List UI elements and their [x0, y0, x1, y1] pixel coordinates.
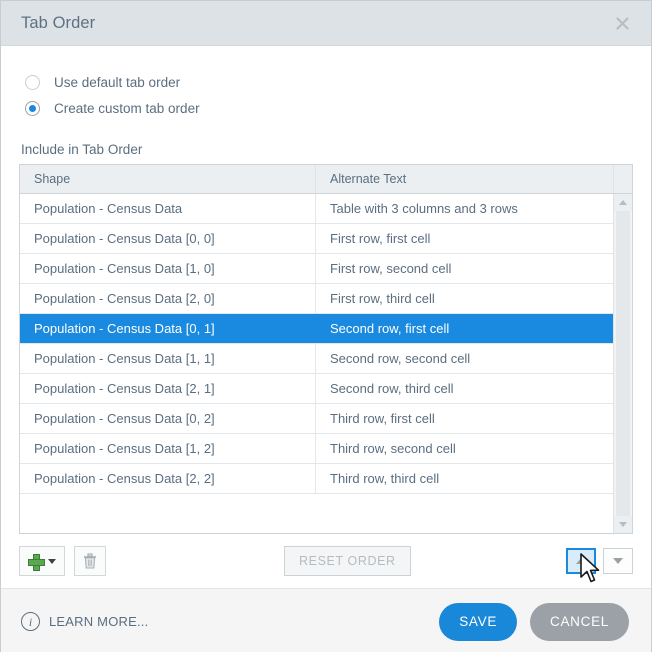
cell-alternate-text: Second row, third cell [316, 374, 613, 403]
include-in-tab-order-label: Include in Tab Order [21, 142, 633, 157]
dialog-footer: i LEARN MORE... SAVE CANCEL [1, 588, 651, 652]
radio-create-custom-tab-order[interactable]: Create custom tab order [19, 95, 633, 121]
table-row[interactable]: Population - Census DataTable with 3 col… [20, 194, 613, 224]
tab-order-table: Shape Alternate Text Population - Census… [19, 164, 633, 534]
table-row[interactable]: Population - Census Data [2, 1]Second ro… [20, 374, 613, 404]
save-button[interactable]: SAVE [439, 603, 517, 641]
cell-alternate-text: Third row, third cell [316, 464, 613, 493]
cell-alternate-text: Table with 3 columns and 3 rows [316, 194, 613, 223]
move-buttons [566, 548, 633, 574]
scroll-up-icon[interactable] [614, 194, 632, 211]
chevron-down-icon[interactable] [48, 559, 56, 564]
table-row[interactable]: Population - Census Data [1, 1]Second ro… [20, 344, 613, 374]
reset-order-button[interactable]: RESET ORDER [284, 546, 411, 576]
cell-alternate-text: Second row, second cell [316, 344, 613, 373]
radio-label-default: Use default tab order [54, 75, 180, 90]
learn-more-label: LEARN MORE... [49, 614, 148, 629]
footer-actions: SAVE CANCEL [439, 603, 629, 641]
cell-alternate-text: Second row, first cell [316, 314, 613, 343]
cancel-button[interactable]: CANCEL [530, 603, 629, 641]
move-up-button[interactable] [566, 548, 596, 574]
table-row[interactable]: Population - Census Data [2, 0]First row… [20, 284, 613, 314]
dialog-titlebar: Tab Order [1, 1, 651, 46]
trash-icon [83, 553, 97, 569]
dialog-body: Use default tab order Create custom tab … [1, 46, 651, 588]
info-icon: i [21, 612, 40, 631]
cell-shape: Population - Census Data [20, 194, 316, 223]
cell-shape: Population - Census Data [1, 0] [20, 254, 316, 283]
cell-shape: Population - Census Data [0, 0] [20, 224, 316, 253]
add-button[interactable] [19, 546, 65, 576]
plus-icon [28, 554, 43, 569]
cell-alternate-text: Third row, first cell [316, 404, 613, 433]
tab-order-dialog: Tab Order Use default tab order Create c… [0, 0, 652, 652]
delete-button[interactable] [74, 546, 106, 576]
cell-alternate-text: First row, third cell [316, 284, 613, 313]
arrow-down-icon [613, 558, 623, 564]
learn-more-link[interactable]: i LEARN MORE... [21, 612, 148, 631]
arrow-up-icon [576, 558, 586, 564]
cell-alternate-text: Third row, second cell [316, 434, 613, 463]
cell-alternate-text: First row, first cell [316, 224, 613, 253]
dialog-title: Tab Order [21, 14, 95, 33]
cell-shape: Population - Census Data [1, 2] [20, 434, 316, 463]
move-down-button[interactable] [603, 548, 633, 574]
table-row[interactable]: Population - Census Data [1, 2]Third row… [20, 434, 613, 464]
table-row[interactable]: Population - Census Data [0, 0]First row… [20, 224, 613, 254]
table-body: Population - Census DataTable with 3 col… [20, 194, 632, 533]
table-row[interactable]: Population - Census Data [0, 2]Third row… [20, 404, 613, 434]
table-toolbar: RESET ORDER [19, 534, 633, 588]
cell-shape: Population - Census Data [0, 1] [20, 314, 316, 343]
tab-order-mode-group: Use default tab order Create custom tab … [19, 69, 633, 121]
table-empty-area [20, 494, 613, 533]
table-row[interactable]: Population - Census Data [2, 2]Third row… [20, 464, 613, 494]
cell-shape: Population - Census Data [0, 2] [20, 404, 316, 433]
radio-mark-default [25, 75, 40, 90]
cell-shape: Population - Census Data [2, 1] [20, 374, 316, 403]
radio-use-default-tab-order[interactable]: Use default tab order [19, 69, 633, 95]
radio-label-custom: Create custom tab order [54, 101, 200, 116]
cell-shape: Population - Census Data [1, 1] [20, 344, 316, 373]
table-vertical-scrollbar[interactable] [613, 194, 632, 533]
table-row[interactable]: Population - Census Data [1, 0]First row… [20, 254, 613, 284]
cell-shape: Population - Census Data [2, 2] [20, 464, 316, 493]
cell-alternate-text: First row, second cell [316, 254, 613, 283]
scrollbar-track[interactable] [616, 211, 630, 516]
table-header-scrollbar-spacer [613, 165, 632, 193]
scroll-down-icon[interactable] [614, 516, 632, 533]
table-header-row: Shape Alternate Text [20, 165, 632, 194]
radio-mark-custom [25, 101, 40, 116]
column-header-alternate-text[interactable]: Alternate Text [316, 165, 613, 193]
table-row[interactable]: Population - Census Data [0, 1]Second ro… [20, 314, 613, 344]
column-header-shape[interactable]: Shape [20, 165, 316, 193]
cell-shape: Population - Census Data [2, 0] [20, 284, 316, 313]
close-icon[interactable] [609, 10, 635, 36]
table-rows: Population - Census DataTable with 3 col… [20, 194, 613, 533]
